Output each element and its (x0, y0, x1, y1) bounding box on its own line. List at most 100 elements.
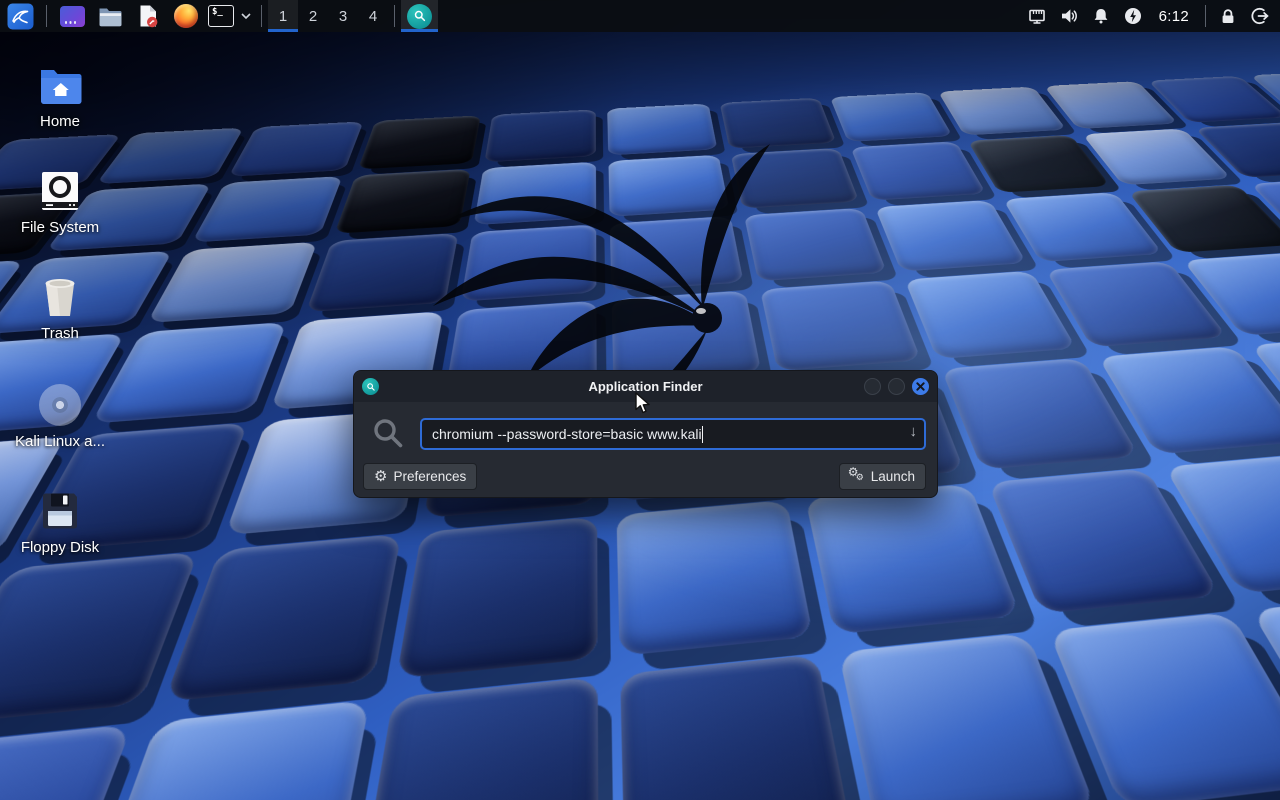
preferences-button[interactable]: ⚙ Preferences (363, 463, 477, 490)
launcher-firefox[interactable] (167, 0, 205, 32)
network-tray-button[interactable] (1021, 0, 1053, 32)
desktop-icon-label: File System (5, 219, 115, 236)
wallpaper-cube (0, 552, 198, 726)
home-folder-icon (37, 66, 83, 106)
wallpaper-cube (937, 87, 1066, 136)
log-out-icon (1249, 5, 1271, 27)
wallpaper-cube (191, 176, 342, 242)
wallpaper-cube (473, 162, 595, 225)
launcher-window-app[interactable] (53, 0, 91, 32)
launcher-text-editor[interactable] (129, 0, 167, 32)
floppy-disk-icon (39, 490, 81, 532)
launcher-terminal[interactable]: $_ (205, 0, 237, 32)
text-caret (702, 426, 703, 443)
down-arrow-icon[interactable]: ↓ (910, 423, 918, 440)
log-out-button[interactable] (1244, 0, 1276, 32)
wallpaper-cube (80, 700, 370, 800)
close-button[interactable] (912, 378, 929, 395)
wallpaper-cube (146, 242, 317, 323)
wallpaper-cube (484, 109, 596, 162)
power-battery-icon (1122, 5, 1144, 27)
network-wired-icon (1026, 5, 1048, 27)
wallpaper-cube (607, 103, 717, 155)
wallpaper-cube (0, 724, 132, 800)
terminal-prompt-glyph: $_ (212, 7, 223, 17)
minimize-button[interactable] (864, 378, 881, 395)
applications-menu-button[interactable] (0, 0, 40, 32)
wallpaper-cube (460, 224, 596, 301)
wallpaper-cube (760, 281, 921, 372)
wallpaper-cube (829, 92, 952, 142)
wallpaper-cube (616, 500, 813, 656)
wallpaper-cube (358, 677, 598, 800)
wallpaper-cube (719, 98, 836, 149)
wallpaper-cube (805, 484, 1021, 635)
power-manager-tray-button[interactable] (1117, 0, 1149, 32)
notifications-tray-button[interactable] (1085, 0, 1117, 32)
gear-icon: ⚙ (374, 469, 387, 484)
launch-button[interactable]: ⚙⚙ Launch (839, 463, 926, 490)
workspace-2-button[interactable]: 2 (298, 0, 328, 32)
launcher-file-manager[interactable] (91, 0, 129, 32)
text-editor-icon (138, 4, 159, 28)
file-manager-icon (98, 6, 123, 27)
wallpaper-cube (850, 141, 986, 200)
lock-icon (1217, 5, 1239, 27)
command-input[interactable] (420, 418, 926, 450)
workspace-4-button[interactable]: 4 (358, 0, 388, 32)
wallpaper-cube (228, 121, 363, 176)
desktop-icon-label: Home (5, 113, 115, 130)
desktop-icon-floppy-disk[interactable]: Floppy Disk (5, 484, 115, 556)
workspace-3-button[interactable]: 3 (328, 0, 358, 32)
window-titlebar[interactable]: Application Finder (354, 371, 937, 402)
application-finder-button[interactable] (401, 0, 438, 32)
clock-time: 6:12 (1151, 8, 1197, 25)
window-app-icon (60, 6, 85, 27)
panel-separator (394, 5, 395, 27)
wallpaper-cube (396, 517, 597, 679)
wallpaper-cube (608, 155, 729, 217)
wallpaper-cube (904, 271, 1076, 359)
wallpaper-cube (967, 135, 1110, 193)
window-title: Application Finder (354, 379, 937, 394)
wallpaper-cube (1048, 612, 1280, 800)
launch-button-label: Launch (871, 469, 915, 484)
trash-can-icon (38, 276, 82, 318)
speaker-icon (1058, 5, 1080, 27)
chevron-down-icon (240, 11, 252, 21)
desktop-icon-file-system[interactable]: File System (5, 164, 115, 236)
bell-icon (1090, 5, 1112, 27)
desktop-icon-label: Kali Linux a... (5, 433, 115, 450)
wallpaper-cube (164, 534, 401, 702)
wallpaper-cube (357, 115, 480, 169)
lock-screen-button[interactable] (1212, 0, 1244, 32)
panel-separator (46, 5, 47, 27)
hard-drive-icon (39, 170, 81, 212)
desktop-icon-home[interactable]: Home (5, 58, 115, 130)
maximize-button[interactable] (888, 378, 905, 395)
application-finder-window: Application Finder ↓ ⚙ Preferences (353, 370, 938, 498)
desktop-icon-kali-linux[interactable]: Kali Linux a... (5, 378, 115, 450)
panel-separator (261, 5, 262, 27)
wallpaper-cube (334, 169, 470, 234)
wallpaper-cube (609, 216, 743, 291)
optical-disc-icon (39, 384, 81, 426)
desktop-icon-label: Trash (5, 325, 115, 342)
workspace-1-button[interactable]: 1 (268, 0, 298, 32)
clock[interactable]: 6:12 (1149, 0, 1199, 32)
firefox-icon (174, 4, 198, 28)
application-finder-icon (407, 4, 432, 29)
wallpaper-cube (744, 208, 887, 281)
panel-separator (1205, 5, 1206, 27)
volume-tray-button[interactable] (1053, 0, 1085, 32)
desktop-icon-label: Floppy Disk (5, 539, 115, 556)
wallpaper-cube (620, 654, 853, 800)
terminal-dropdown-chevron[interactable] (237, 0, 255, 32)
kali-logo-icon (7, 3, 34, 30)
close-icon (916, 382, 925, 391)
wallpaper-cube (305, 233, 458, 312)
desktop-icon-trash[interactable]: Trash (5, 270, 115, 342)
top-panel: $_ 1 2 3 4 (0, 0, 1280, 32)
run-gears-icon: ⚙⚙ (850, 469, 865, 484)
wallpaper-cube (730, 148, 859, 209)
